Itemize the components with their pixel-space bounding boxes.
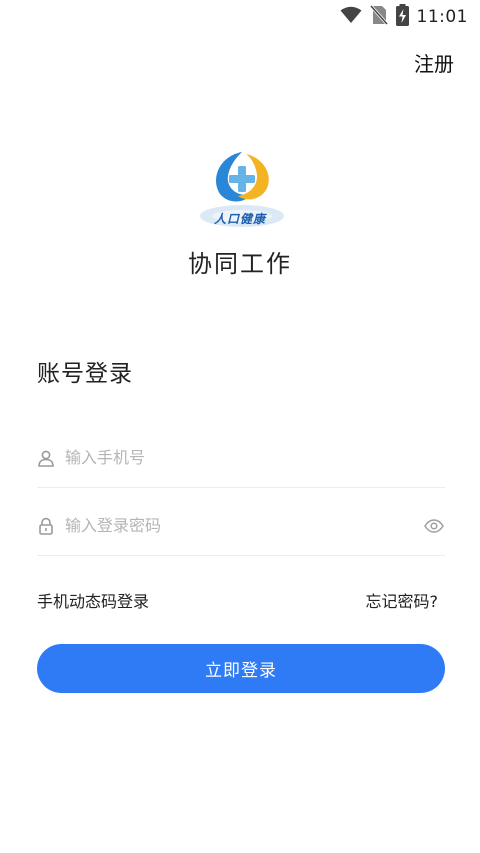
login-heading: 账号登录 bbox=[37, 361, 133, 387]
lock-icon bbox=[37, 517, 55, 535]
sms-login-link[interactable]: 手机动态码登录 bbox=[37, 588, 149, 612]
clock-time: 11:01 bbox=[416, 7, 468, 27]
status-icons: 11:01 bbox=[340, 4, 469, 30]
user-icon bbox=[37, 449, 55, 467]
login-screen: 11:01 注册 人口健康 协同工作 账号登录 输入手机号 手机动态码登录 忘记… bbox=[0, 0, 480, 853]
eye-icon[interactable] bbox=[423, 515, 445, 537]
password-field bbox=[37, 496, 445, 556]
wifi-icon bbox=[340, 6, 362, 28]
login-button[interactable]: 立即登录 bbox=[37, 644, 445, 693]
register-link[interactable]: 注册 bbox=[414, 48, 454, 77]
battery-charging-icon bbox=[395, 4, 409, 30]
forgot-password-link[interactable]: 忘记密码? bbox=[366, 588, 439, 612]
phone-input[interactable] bbox=[65, 442, 445, 473]
phone-field bbox=[37, 428, 445, 488]
status-bar: 11:01 bbox=[0, 0, 480, 34]
app-title: 协同工作 bbox=[188, 250, 292, 278]
password-input[interactable] bbox=[65, 510, 423, 541]
logo-text: 人口健康 bbox=[213, 212, 266, 226]
no-sim-icon bbox=[369, 5, 388, 29]
